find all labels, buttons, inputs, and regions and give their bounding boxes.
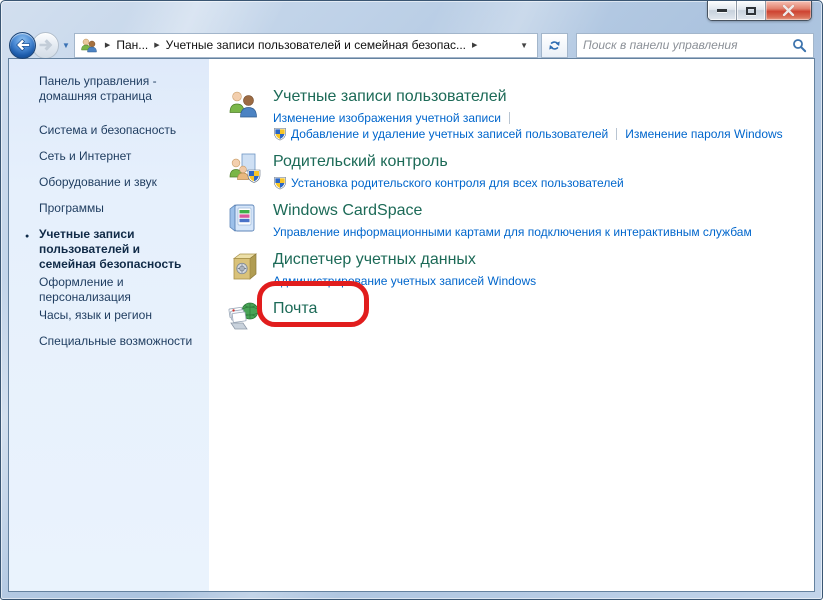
uac-shield-icon (273, 176, 287, 190)
task-link-add-remove-accounts[interactable]: Добавление и удаление учетных записей по… (291, 127, 608, 141)
breadcrumb-arrow-icon[interactable]: ▶ (467, 41, 482, 49)
navigation-bar: ▼ ▶ Пан... ▶ Учетные записи пользователе… (1, 31, 822, 59)
minimize-icon (717, 9, 727, 12)
address-bar[interactable]: ▶ Пан... ▶ Учетные записи пользователей … (74, 33, 538, 58)
task-link-change-windows-password[interactable]: Изменение пароля Windows (625, 127, 782, 141)
section-title-user-accounts[interactable]: Учетные записи пользователей (273, 87, 783, 106)
section-credential-manager: Диспетчер учетных данных Администрирован… (227, 250, 804, 289)
section-cardspace: Windows CardSpace Управление информацион… (227, 201, 804, 240)
link-separator (616, 128, 617, 140)
uac-shield-icon (273, 127, 287, 141)
mail-icon[interactable] (227, 299, 261, 333)
link-separator (509, 112, 510, 124)
forward-button[interactable] (32, 32, 59, 59)
back-button[interactable] (9, 32, 36, 59)
search-icon[interactable] (792, 38, 807, 53)
active-item-bullet-icon: ● (25, 229, 29, 244)
task-link-manage-information-cards[interactable]: Управление информационными картами для п… (273, 225, 752, 239)
user-accounts-small-icon (80, 37, 98, 53)
close-button[interactable] (766, 1, 811, 20)
sidebar-item-appearance-personalization[interactable]: Оформление и персонализация (39, 275, 195, 305)
task-links-row: Добавление и удаление учетных записей по… (273, 126, 783, 142)
back-arrow-icon (15, 38, 31, 52)
credential-manager-icon[interactable] (227, 250, 261, 284)
task-links-row: Управление информационными картами для п… (273, 224, 752, 240)
maximize-button[interactable] (737, 1, 766, 20)
refresh-button[interactable] (541, 33, 568, 58)
task-links-row: Изменение изображения учетной записи (273, 110, 783, 126)
search-input[interactable]: Поиск в панели управления (576, 33, 814, 58)
refresh-icon (547, 38, 562, 53)
sidebar-item-network-internet[interactable]: Сеть и Интернет (39, 149, 195, 164)
recent-pages-dropdown-icon[interactable]: ▼ (62, 41, 70, 50)
section-user-accounts: Учетные записи пользователей Изменение и… (227, 87, 804, 142)
title-bar[interactable] (1, 1, 822, 31)
cardspace-icon[interactable] (227, 201, 261, 235)
sidebar-item-label: Учетные записи пользователей и семейная … (39, 227, 181, 271)
section-title-parental-controls[interactable]: Родительский контроль (273, 152, 624, 171)
sidebar-item-home[interactable]: Панель управления - домашняя страница (39, 74, 195, 104)
client-area: Панель управления - домашняя страница Си… (9, 59, 814, 591)
breadcrumb-arrow-icon[interactable]: ▶ (100, 41, 115, 49)
task-links-row: Администрирование учетных записей Window… (273, 273, 536, 289)
user-accounts-icon[interactable] (227, 87, 261, 121)
address-dropdown-icon[interactable]: ▼ (514, 41, 534, 50)
close-icon (782, 5, 795, 16)
section-mail: Почта (227, 299, 804, 333)
breadcrumb-arrow-icon[interactable]: ▶ (149, 41, 164, 49)
maximize-icon (746, 7, 756, 15)
control-panel-window: ▼ ▶ Пан... ▶ Учетные записи пользователе… (0, 0, 823, 600)
minimize-button[interactable] (708, 1, 737, 20)
parental-controls-icon[interactable] (227, 152, 261, 186)
task-link-setup-parental-controls[interactable]: Установка родительского контроля для все… (291, 176, 624, 190)
task-links-row: Установка родительского контроля для все… (273, 175, 624, 191)
sidebar-item-ease-of-access[interactable]: Специальные возможности (39, 334, 195, 349)
task-link-manage-windows-credentials[interactable]: Администрирование учетных записей Window… (273, 274, 536, 288)
sidebar-item-programs[interactable]: Программы (39, 201, 195, 216)
forward-arrow-icon (38, 38, 54, 52)
window-controls (707, 1, 812, 21)
section-title-cardspace[interactable]: Windows CardSpace (273, 201, 752, 220)
sidebar: Панель управления - домашняя страница Си… (9, 59, 209, 591)
sidebar-item-hardware-sound[interactable]: Оборудование и звук (39, 175, 195, 190)
breadcrumb-user-accounts-family-safety[interactable]: Учетные записи пользователей и семейная … (165, 36, 467, 54)
breadcrumb-control-panel[interactable]: Пан... (115, 36, 149, 54)
task-link-change-account-picture[interactable]: Изменение изображения учетной записи (273, 111, 501, 125)
section-title-credential-manager[interactable]: Диспетчер учетных данных (273, 250, 536, 269)
section-title-mail[interactable]: Почта (273, 299, 317, 318)
section-parental-controls: Родительский контроль Установка родитель… (227, 152, 804, 191)
sidebar-item-clock-language-region[interactable]: Часы, язык и регион (39, 308, 195, 323)
main-content: Учетные записи пользователей Изменение и… (209, 59, 814, 591)
sidebar-item-system-security[interactable]: Система и безопасность (39, 123, 195, 138)
search-placeholder: Поиск в панели управления (583, 38, 792, 52)
sidebar-item-user-accounts-family-safety[interactable]: ● Учетные записи пользователей и семейна… (39, 227, 195, 272)
